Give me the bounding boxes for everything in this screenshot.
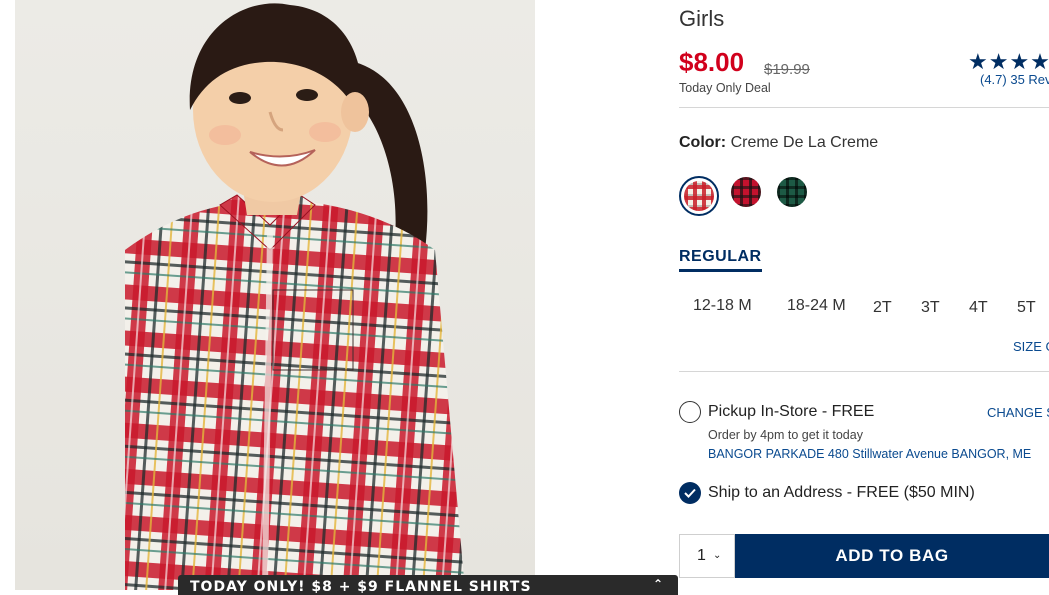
divider [679,371,1049,372]
change-store-link[interactable]: CHANGE S [987,405,1049,420]
chevron-up-icon: ⌃ [652,577,664,591]
ship-radio[interactable] [679,482,701,504]
reviews-link[interactable]: (4.7) 35 Rev [980,72,1049,87]
size-option[interactable]: 5T [1017,299,1036,317]
color-swatch-red-plaid[interactable] [730,176,770,216]
size-option[interactable]: 12-18 M [693,297,752,315]
color-label: Color: [679,134,727,151]
promo-banner[interactable]: TODAY ONLY! $8 + $9 FLANNEL SHIRTS ⌃ [178,575,678,595]
size-guide-link[interactable]: SIZE G [1013,339,1049,354]
divider [679,107,1049,108]
color-value: Creme De La Creme [730,134,879,151]
add-to-bag-button[interactable]: ADD TO BAG [735,534,1049,578]
color-swatch-green-plaid[interactable] [776,176,816,216]
quantity-select[interactable]: 1 ⌄ [679,534,735,578]
size-option[interactable]: 4T [969,299,988,317]
product-illustration [125,3,465,590]
original-price: $19.99 [764,61,810,78]
store-address-link[interactable]: BANGOR PARKADE 480 Stillwater Avenue BAN… [708,447,1031,461]
order-by-note: Order by 4pm to get it today [708,428,863,442]
ship-label: Ship to an Address - FREE ($50 MIN) [708,484,975,501]
color-swatch-creme-plaid[interactable] [679,176,719,216]
tab-regular[interactable]: REGULAR [679,248,762,272]
pickup-radio[interactable] [679,401,701,423]
pickup-label: Pickup In-Store - FREE [708,403,875,420]
size-option[interactable]: 18-24 M [787,297,846,315]
quantity-value: 1 [697,547,706,564]
sale-price: $8.00 [679,47,745,77]
promo-text: TODAY ONLY! $8 + $9 FLANNEL SHIRTS [190,579,532,595]
deal-note: Today Only Deal [679,81,771,95]
size-option[interactable]: 3T [921,299,940,317]
product-title: Girls [679,6,725,31]
chevron-down-icon: ⌄ [713,550,722,561]
checkmark-icon [684,488,696,498]
size-option[interactable]: 2T [873,299,892,317]
product-image[interactable] [15,0,535,590]
color-selection: Color: Creme De La Creme [679,134,878,152]
